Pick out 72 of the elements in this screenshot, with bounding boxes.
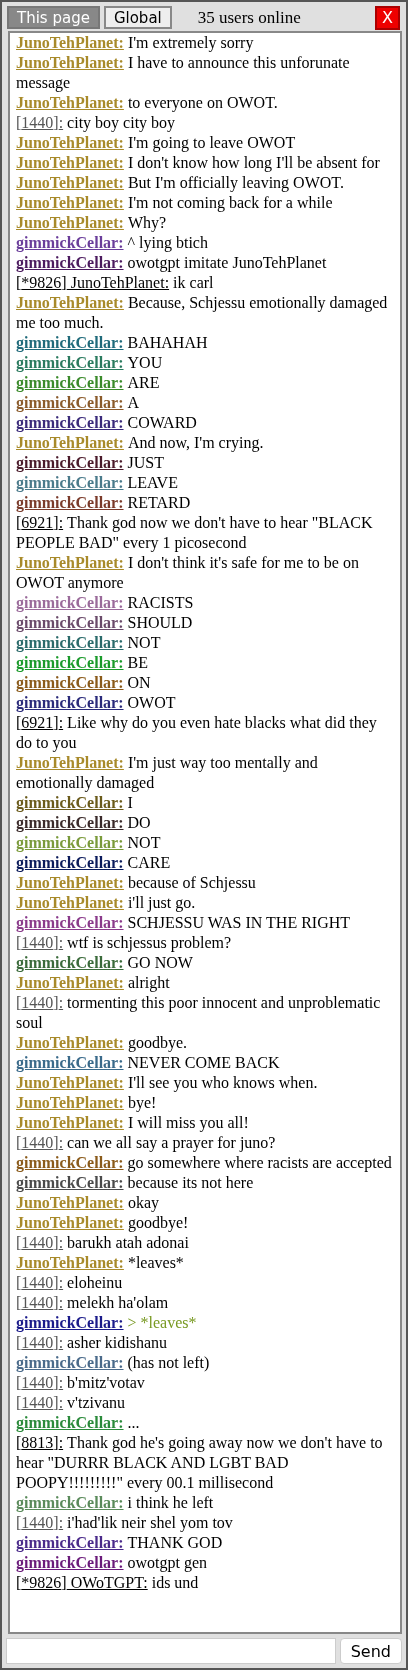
chat-message: JunoTehPlanet: I'll see you who knows when. (16, 1073, 319, 1093)
chat-message: JunoTehPlanet: I will miss you all! (16, 1113, 250, 1133)
chat-message: gimmickCellar: DO (16, 813, 152, 833)
chat-message: gimmickCellar: NEVER COME BACK (16, 1053, 281, 1073)
chat-message: JunoTehPlanet: I don't think it's safe for me to be on OWOT anymore (16, 553, 360, 593)
chat-message: JunoTehPlanet: I don't know how long I'll be absent for (16, 153, 381, 173)
chat-message: gimmickCellar: owotgpt gen (16, 1553, 209, 1573)
chat-message: JunoTehPlanet: Because, Schjessu emotionally damaged me too much. (16, 293, 389, 333)
send-button[interactable]: Send (339, 1638, 402, 1664)
chat-message: JunoTehPlanet: to everyone on OWOT. (16, 93, 279, 113)
chat-message: gimmickCellar: (has not left) (16, 1353, 211, 1373)
chat-message: gimmickCellar: ^ lying btich (16, 233, 209, 253)
chat-message: [1440]: wtf is schjessus problem? (16, 933, 233, 953)
chat-message: [*9826] OWoTGPT: ids und (16, 1573, 200, 1593)
chat-message: JunoTehPlanet: *leaves* (16, 1253, 185, 1273)
chat-message: gimmickCellar: ... (16, 1413, 141, 1433)
chat-message: JunoTehPlanet: goodbye. (16, 1033, 188, 1053)
chat-message: [1440]: eloheinu (16, 1273, 124, 1293)
chat-message: [6921]: Like why do you even hate blacks what did they do to you (16, 713, 378, 753)
chat-message: [1440]: asher kidishanu (16, 1333, 169, 1353)
chat-message: gimmickCellar: RACISTS (16, 593, 195, 613)
chat-message: gimmickCellar: GO NOW (16, 953, 194, 973)
chat-message: gimmickCellar: NOT (16, 633, 162, 653)
chat-message: gimmickCellar: I (16, 793, 134, 813)
chat-message: JunoTehPlanet: But I'm officially leaving OWOT. (16, 173, 345, 193)
chat-message: JunoTehPlanet: alright (16, 973, 171, 993)
chat-message: [1440]: melekh ha'olam (16, 1293, 170, 1313)
chat-message: gimmickCellar: OWOT (16, 693, 177, 713)
chat-message: [*9826] JunoTehPlanet: ik carl (16, 273, 215, 293)
chat-message: [1440]: i'had'lik neir shel yom tov (16, 1513, 234, 1533)
chat-message: JunoTehPlanet: I'm just way too mentally and emotionally damaged (16, 753, 319, 793)
chat-message: gimmickCellar: JUST (16, 453, 165, 473)
chat-tab[interactable]: This page (7, 6, 100, 29)
chat-message: JunoTehPlanet: And now, I'm crying. (16, 433, 265, 453)
chat-message: JunoTehPlanet: bye! (16, 1093, 158, 1113)
close-button[interactable]: X (375, 5, 400, 30)
chat-message: gimmickCellar: ON (16, 673, 152, 693)
users-online-count: 35 users online (197, 7, 302, 28)
chat-message: gimmickCellar: > *leaves* (16, 1313, 198, 1333)
chat-message: JunoTehPlanet: because of Schjessu (16, 873, 257, 893)
chat-message: JunoTehPlanet: I'm not coming back for a while (16, 193, 334, 213)
chat-message: gimmickCellar: SCHJESSU WAS IN THE RIGHT (16, 913, 352, 933)
chat-message: gimmickCellar: owotgpt imitate JunoTehPlanet (16, 253, 328, 273)
message-input[interactable] (6, 1638, 336, 1664)
chat-message: gimmickCellar: COWARD (16, 413, 198, 433)
chat-message: gimmickCellar: YOU (16, 353, 164, 373)
chat-message: [1440]: b'mitz'votav (16, 1373, 146, 1393)
chat-message: JunoTehPlanet: Why? (16, 213, 168, 233)
chat-message: JunoTehPlanet: okay (16, 1193, 160, 1213)
chat-message: gimmickCellar: go somewhere where racists are accepted (16, 1153, 393, 1173)
chat-message: JunoTehPlanet: I'm going to leave OWOT (16, 133, 297, 153)
chat-message: gimmickCellar: because its not here (16, 1173, 255, 1193)
chat-message: [1440]: city boy city boy (16, 113, 177, 133)
chat-message: [1440]: barukh atah adonai (16, 1233, 190, 1253)
chat-message: gimmickCellar: ARE (16, 373, 161, 393)
chat-message: gimmickCellar: A (16, 393, 141, 413)
chat-message: gimmickCellar: SHOULD (16, 613, 194, 633)
chat-message: JunoTehPlanet: i'll just go. (16, 893, 197, 913)
chat-message: gimmickCellar: NOT (16, 833, 162, 853)
chat-message: gimmickCellar: RETARD (16, 493, 192, 513)
chat-message: gimmickCellar: BE (16, 653, 149, 673)
chat-message: gimmickCellar: BAHAHAH (16, 333, 209, 353)
chat-message: gimmickCellar: CARE (16, 853, 172, 873)
chat-message: [1440]: v'tzivanu (16, 1393, 127, 1413)
chat-message: [6921]: Thank god now we don't have to hear "BLACK PEOPLE BAD" every 1 picosecond (16, 513, 374, 553)
chat-message: gimmickCellar: THANK GOD (16, 1533, 224, 1553)
chat-message: JunoTehPlanet: I'm extremely sorry (16, 33, 255, 53)
chat-tab[interactable]: Global (103, 6, 172, 29)
chat-message: JunoTehPlanet: goodbye! (16, 1213, 190, 1233)
chat-message: gimmickCellar: i think he left (16, 1493, 215, 1513)
chat-message: [1440]: can we all say a prayer for juno? (16, 1133, 277, 1153)
chat-message: gimmickCellar: LEAVE (16, 473, 179, 493)
